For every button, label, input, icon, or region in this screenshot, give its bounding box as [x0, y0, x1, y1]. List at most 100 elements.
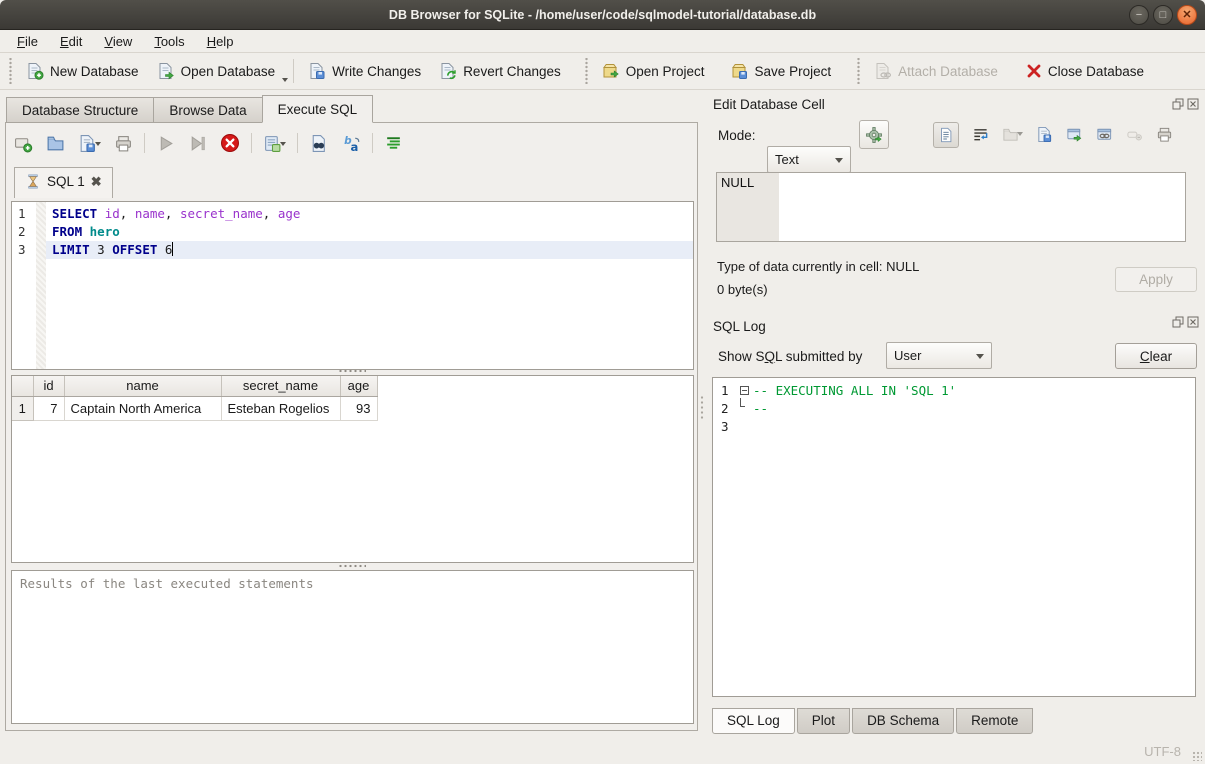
edit-cell-dock-buttons: [1172, 98, 1199, 110]
save-sql-dropdown-icon[interactable]: [95, 142, 101, 149]
toolbar-drag-handle[interactable]: [856, 58, 861, 84]
tab-sql-log[interactable]: SQL Log: [712, 708, 795, 734]
float-icon[interactable]: [1172, 316, 1184, 328]
sql-editor[interactable]: 123 SELECT id, name, secret_name, ageFRO…: [11, 201, 694, 370]
cell-value: NULL: [721, 175, 754, 190]
toolbar-drag-handle[interactable]: [8, 58, 13, 84]
column-header[interactable]: age: [340, 376, 377, 396]
table-cell[interactable]: Esteban Rogelios: [221, 396, 340, 420]
sql-toolbar-separator: [372, 133, 373, 153]
edit-cell-dock-title[interactable]: Edit Database Cell: [705, 90, 1205, 115]
open-database-icon: [157, 62, 175, 80]
revert-changes-icon: [439, 62, 457, 80]
menu-file[interactable]: File: [6, 32, 49, 51]
new-database-button[interactable]: New Database: [17, 57, 148, 85]
mode-combobox[interactable]: Text: [767, 146, 851, 173]
menu-view[interactable]: View: [93, 32, 143, 51]
print-cell-icon[interactable]: [1156, 126, 1173, 143]
sql-token: ,: [165, 206, 180, 221]
tab-plot[interactable]: Plot: [797, 708, 850, 734]
maximize-icon[interactable]: □: [1153, 5, 1173, 25]
sql-1-tab[interactable]: SQL 1 ✖: [14, 167, 113, 198]
stop-execution-icon[interactable]: [220, 133, 240, 153]
open-database-button[interactable]: Open Database: [148, 57, 285, 85]
open-external-icon[interactable]: [1066, 126, 1083, 143]
sql-tab-label: SQL 1: [47, 174, 85, 189]
revert-changes-button[interactable]: Revert Changes: [430, 57, 570, 85]
table-cell[interactable]: 7: [33, 396, 64, 420]
text-mode-button[interactable]: [933, 122, 959, 148]
table-row[interactable]: 17Captain North AmericaEsteban Rogelios9…: [12, 396, 377, 420]
menu-edit[interactable]: Edit: [49, 32, 93, 51]
row-number[interactable]: 1: [12, 396, 33, 420]
sql-log-dock-buttons: [1172, 316, 1199, 328]
print-icon[interactable]: [114, 134, 133, 153]
grid-corner-header[interactable]: [12, 376, 33, 396]
clear-log-button[interactable]: Clear: [1115, 343, 1197, 369]
menu-help[interactable]: Help: [196, 32, 245, 51]
close-tab-icon[interactable]: ✖: [91, 174, 102, 190]
save-project-button[interactable]: Save Project: [722, 57, 841, 85]
tab-execute-sql[interactable]: Execute SQL: [262, 95, 374, 123]
minimize-icon[interactable]: −: [1129, 5, 1149, 25]
tab-remote[interactable]: Remote: [956, 708, 1033, 734]
close-icon[interactable]: [1187, 98, 1199, 110]
resize-grip-icon[interactable]: [1192, 751, 1202, 761]
table-cell[interactable]: 93: [340, 396, 377, 420]
text-cursor: [172, 242, 173, 256]
open-database-dropdown-icon[interactable]: [282, 78, 288, 85]
table-cell[interactable]: Captain North America: [64, 396, 221, 420]
log-text: --: [753, 400, 768, 418]
log-line-number: 2: [713, 400, 735, 418]
apply-mode-button[interactable]: [859, 120, 889, 149]
results-grid[interactable]: idnamesecret_nameage 17Captain North Ame…: [11, 375, 694, 563]
save-sql-file-group[interactable]: [78, 134, 101, 153]
code-line[interactable]: SELECT id, name, secret_name, age: [46, 205, 693, 223]
sql-log-view[interactable]: 1-- EXECUTING ALL IN 'SQL 1'2--3: [712, 377, 1196, 697]
sql-token: 3: [97, 242, 105, 257]
save-data-icon[interactable]: [1036, 126, 1053, 143]
write-changes-button[interactable]: Write Changes: [299, 57, 430, 85]
line-number-gutter: 123: [12, 202, 36, 369]
find-icon[interactable]: [309, 134, 328, 153]
chevron-down-icon: [976, 354, 984, 363]
close-database-button[interactable]: Close Database: [1017, 58, 1153, 84]
tab-db-schema[interactable]: DB Schema: [852, 708, 954, 734]
fold-collapse-icon[interactable]: [740, 386, 749, 395]
column-header[interactable]: id: [33, 376, 64, 396]
save-results-dropdown-icon[interactable]: [280, 142, 286, 149]
column-header[interactable]: name: [64, 376, 221, 396]
code-line[interactable]: LIMIT 3 OFFSET 6: [46, 241, 693, 259]
open-project-button[interactable]: Open Project: [593, 57, 714, 85]
open-sql-file-icon[interactable]: [46, 134, 65, 153]
copy-link-icon[interactable]: [1096, 126, 1113, 143]
cell-value-editor[interactable]: NULL: [716, 172, 1186, 242]
tab-database-structure[interactable]: Database Structure: [6, 97, 154, 123]
column-header[interactable]: secret_name: [221, 376, 340, 396]
cell-type-info: Type of data currently in cell: NULL: [717, 259, 919, 274]
set-null-icon: [1126, 126, 1143, 143]
title-bar[interactable]: DB Browser for SQLite - /home/user/code/…: [0, 0, 1205, 30]
dock-splitter-handle[interactable]: [700, 395, 704, 421]
close-icon[interactable]: [1187, 316, 1199, 328]
toolbar-button-label: New Database: [50, 64, 139, 79]
replace-icon[interactable]: b a: [341, 134, 361, 153]
save-results-group[interactable]: [263, 134, 286, 153]
main-tab-bar: Database Structure Browse Data Execute S…: [6, 95, 372, 123]
code-line[interactable]: FROM hero: [46, 223, 693, 241]
tab-browse-data[interactable]: Browse Data: [153, 97, 262, 123]
results-message-area[interactable]: Results of the last executed statements: [11, 570, 694, 724]
toolbar-drag-handle[interactable]: [584, 58, 589, 84]
grid-message-splitter[interactable]: [338, 564, 366, 568]
sql-token: ,: [263, 206, 278, 221]
float-icon[interactable]: [1172, 98, 1184, 110]
menu-tools[interactable]: Tools: [143, 32, 195, 51]
new-sql-tab-icon[interactable]: [14, 134, 33, 153]
sql-code-area[interactable]: SELECT id, name, secret_name, ageFROM he…: [46, 202, 693, 369]
log-filter-combobox[interactable]: User: [886, 342, 992, 369]
editor-grid-splitter[interactable]: [338, 369, 366, 373]
sql-log-dock-title[interactable]: SQL Log: [705, 312, 774, 337]
close-icon[interactable]: ✕: [1177, 5, 1197, 25]
format-sql-icon[interactable]: [384, 134, 403, 153]
word-wrap-icon[interactable]: [972, 126, 989, 143]
